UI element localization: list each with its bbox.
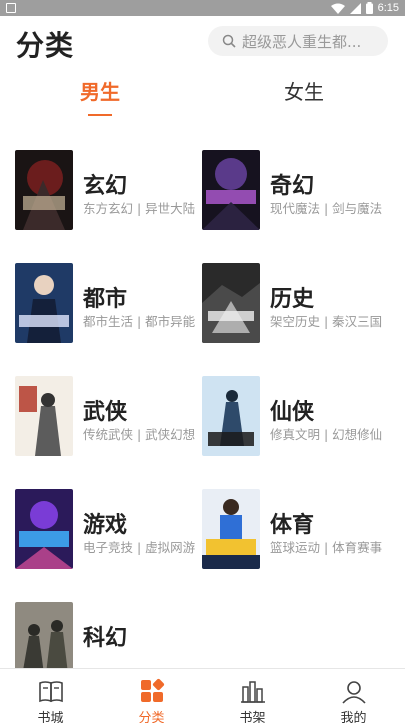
status-time: 6:15	[377, 2, 399, 14]
battery-icon	[365, 2, 373, 14]
nav-label: 分类	[138, 711, 165, 723]
book-cover-image	[202, 376, 260, 456]
category-name: 都市	[83, 287, 128, 312]
category-item-lishi[interactable]: 历史 架空历史 | 秦汉三国	[202, 263, 392, 345]
category-item-wuxia[interactable]: 武侠 传统武侠 | 武侠幻想	[15, 376, 205, 458]
bookshelf-icon	[241, 681, 265, 703]
category-name: 玄幻	[83, 174, 128, 199]
active-tab-indicator	[88, 114, 112, 116]
bottom-nav: 书城 分类 书架 我的	[0, 668, 405, 723]
gender-tabs: 男生 女生	[0, 76, 405, 120]
signal-icon	[349, 2, 361, 14]
book-cover-image	[202, 263, 260, 343]
book-cover-image	[202, 150, 260, 230]
wifi-icon	[330, 3, 345, 14]
category-name: 科幻	[83, 626, 128, 651]
category-name: 体育	[270, 513, 315, 538]
status-bar: 6:15	[0, 0, 405, 16]
nav-bookstore[interactable]: 书城	[0, 669, 101, 723]
book-cover-image	[15, 489, 73, 569]
category-item-tiyu[interactable]: 体育 篮球运动 | 体育赛事	[202, 489, 392, 571]
search-input[interactable]: 超级恶人重生都...	[208, 26, 388, 56]
category-item-xianxia[interactable]: 仙侠 修真文明 | 幻想修仙	[202, 376, 392, 458]
category-subtitle: 架空历史 | 秦汉三国	[270, 314, 383, 329]
category-item-dushi[interactable]: 都市 都市生活 | 都市异能	[15, 263, 205, 345]
category-name: 游戏	[83, 513, 128, 538]
book-open-icon	[39, 681, 63, 703]
nav-label: 书城	[37, 711, 64, 723]
category-subtitle: 篮球运动 | 体育赛事	[270, 540, 383, 555]
category-subtitle: 传统武侠 | 武侠幻想	[83, 427, 196, 442]
category-item-youxi[interactable]: 游戏 电子竞技 | 虚拟网游	[15, 489, 205, 571]
nav-label: 我的	[340, 711, 367, 723]
category-item-xuanhuan[interactable]: 玄幻 东方玄幻 | 异世大陆	[15, 150, 205, 232]
tab-female[interactable]: 女生	[244, 76, 364, 105]
category-name: 奇幻	[270, 174, 315, 199]
notification-icon	[6, 3, 16, 13]
profile-icon	[342, 681, 366, 704]
category-subtitle: 东方玄幻 | 异世大陆	[83, 201, 196, 216]
category-name: 仙侠	[270, 400, 315, 425]
category-name: 历史	[270, 287, 315, 312]
category-subtitle: 电子竞技 | 虚拟网游	[83, 540, 196, 555]
nav-bookshelf[interactable]: 书架	[202, 669, 303, 723]
book-cover-image	[15, 150, 73, 230]
tab-male[interactable]: 男生	[40, 76, 160, 105]
book-cover-image	[15, 376, 73, 456]
category-subtitle: 都市生活 | 都市异能	[83, 314, 196, 329]
header: 分类 超级恶人重生都...	[0, 16, 405, 70]
nav-label: 书架	[239, 711, 266, 723]
search-placeholder: 超级恶人重生都...	[242, 32, 362, 51]
category-subtitle: 修真文明 | 幻想修仙	[270, 427, 383, 442]
nav-profile[interactable]: 我的	[303, 669, 404, 723]
book-cover-image	[202, 489, 260, 569]
category-name: 武侠	[83, 400, 128, 425]
page-title: 分类	[16, 29, 75, 62]
search-icon	[222, 34, 236, 48]
nav-category[interactable]: 分类	[101, 669, 202, 723]
category-subtitle: 现代魔法 | 剑与魔法	[270, 201, 383, 216]
category-grid-icon	[141, 678, 165, 702]
category-item-qihuan[interactable]: 奇幻 现代魔法 | 剑与魔法	[202, 150, 392, 232]
book-cover-image	[15, 263, 73, 343]
